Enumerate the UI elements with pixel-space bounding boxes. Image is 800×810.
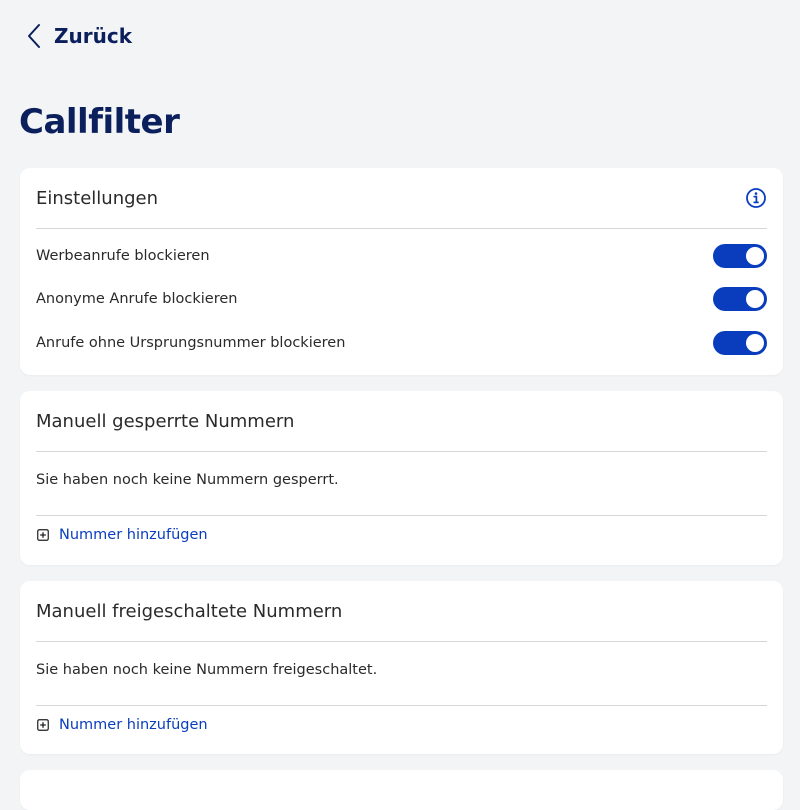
toggle-row-ursprungsnummer: Anrufe ohne Ursprungsnummer blockieren (36, 323, 767, 363)
allowed-header: Manuell freigeschaltete Nummern (36, 581, 767, 642)
add-number-label: Nummer hinzufügen (59, 527, 208, 543)
toggle-label: Werbeanrufe blockieren (36, 248, 210, 264)
toggle-switch[interactable] (713, 287, 767, 311)
back-label: Zurück (54, 24, 132, 48)
toggle-row-anonym: Anonyme Anrufe blockieren (36, 279, 767, 319)
add-blocked-number-button[interactable]: Nummer hinzufügen (37, 527, 208, 543)
toggle-switch[interactable] (713, 331, 767, 355)
blocked-header: Manuell gesperrte Nummern (36, 391, 767, 452)
blocked-empty-text: Sie haben noch keine Nummern gesperrt. (36, 472, 339, 488)
blocked-title: Manuell gesperrte Nummern (36, 410, 295, 432)
toggle-knob (746, 290, 764, 308)
plus-square-icon (37, 529, 49, 541)
toggle-label: Anonyme Anrufe blockieren (36, 291, 238, 307)
divider (36, 705, 767, 706)
toggle-label: Anrufe ohne Ursprungsnummer blockieren (36, 335, 346, 351)
chevron-left-icon (28, 24, 40, 48)
toggle-switch[interactable] (713, 244, 767, 268)
allowed-numbers-card: Manuell freigeschaltete Nummern Sie habe… (20, 581, 783, 754)
add-allowed-number-button[interactable]: Nummer hinzufügen (37, 717, 208, 733)
divider (36, 515, 767, 516)
page-title: Callfilter (19, 102, 180, 142)
toggle-knob (746, 334, 764, 352)
plus-square-icon (37, 719, 49, 731)
settings-title: Einstellungen (36, 187, 159, 209)
back-button[interactable]: Zurück (26, 20, 132, 52)
blocked-numbers-card: Manuell gesperrte Nummern Sie haben noch… (20, 391, 783, 565)
add-number-label: Nummer hinzufügen (59, 717, 208, 733)
toggle-row-werbeanrufe: Werbeanrufe blockieren (36, 236, 767, 276)
toggle-knob (746, 247, 764, 265)
settings-header: Einstellungen (36, 168, 767, 229)
next-card (20, 770, 783, 810)
settings-card: Einstellungen Werbeanrufe blockieren Ano… (20, 168, 783, 375)
allowed-title: Manuell freigeschaltete Nummern (36, 600, 343, 622)
allowed-empty-text: Sie haben noch keine Nummern freigeschal… (36, 662, 378, 678)
info-icon[interactable] (745, 187, 767, 209)
